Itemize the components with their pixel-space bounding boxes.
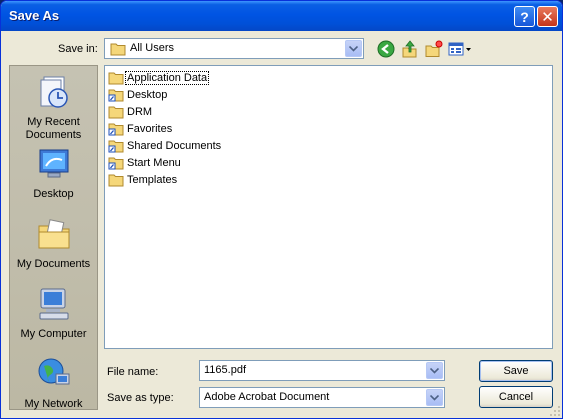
list-item[interactable]: Desktop — [108, 87, 168, 103]
folder-shortcut-icon — [108, 140, 124, 153]
size-grip-icon[interactable] — [549, 405, 561, 417]
recent-documents-icon — [40, 76, 68, 108]
list-item[interactable]: Start Menu — [108, 155, 182, 171]
save-as-type-dropdown[interactable]: Adobe Acrobat Document — [199, 387, 445, 408]
title-bar[interactable]: Save As ? ✕ — [1, 1, 562, 31]
list-item[interactable]: Favorites — [108, 121, 173, 137]
folder-shortcut-icon — [108, 157, 124, 170]
desktop-icon — [39, 149, 68, 178]
close-button[interactable]: ✕ — [537, 6, 558, 27]
my-documents-icon — [38, 219, 69, 249]
views-menu-icon — [448, 42, 471, 56]
places-bar: My Recent Documents Desktop My Documents — [9, 65, 98, 410]
save-as-type-value: Adobe Acrobat Document — [204, 391, 330, 403]
help-icon: ? — [520, 8, 529, 25]
folder-icon — [108, 72, 124, 85]
place-label: Documents — [25, 129, 82, 141]
save-button-label: Save — [503, 365, 529, 377]
save-in-value: All Users — [130, 42, 175, 54]
views-menu-button[interactable] — [448, 39, 474, 59]
folder-icon — [108, 106, 124, 119]
list-item[interactable]: Templates — [108, 172, 178, 188]
file-name: Templates — [127, 174, 178, 186]
chevron-down-icon[interactable] — [426, 389, 443, 406]
list-item[interactable]: Shared Documents — [108, 138, 222, 154]
close-icon: ✕ — [541, 8, 554, 26]
save-button[interactable]: Save — [479, 360, 553, 382]
file-name: Application Data — [124, 71, 210, 85]
chevron-down-icon[interactable] — [345, 40, 362, 57]
file-name: DRM — [127, 106, 153, 118]
place-my-network[interactable]: My Network — [10, 356, 97, 411]
file-list[interactable]: Application Data Desktop DRM Favorites S… — [104, 65, 553, 349]
place-label: My Recent — [27, 116, 80, 128]
cancel-button-label: Cancel — [498, 391, 534, 403]
help-button[interactable]: ? — [514, 6, 535, 27]
file-name-value: 1165.pdf — [204, 364, 247, 376]
file-name: Desktop — [127, 89, 168, 101]
place-my-recent-documents[interactable]: My Recent Documents — [10, 74, 97, 142]
place-label: My Documents — [16, 258, 91, 270]
folder-icon — [110, 43, 126, 56]
cancel-button[interactable]: Cancel — [479, 386, 553, 408]
place-label: Desktop — [33, 188, 74, 200]
place-desktop[interactable]: Desktop — [10, 146, 97, 201]
save-in-label: Save in: — [58, 43, 98, 55]
back-icon — [377, 40, 395, 58]
list-item[interactable]: DRM — [108, 104, 153, 120]
file-name: Favorites — [127, 123, 173, 135]
save-as-dialog: Save As ? ✕ Save in: All Users My Recent… — [0, 0, 563, 419]
folder-icon — [108, 174, 124, 187]
up-folder-icon — [402, 40, 417, 58]
place-my-computer[interactable]: My Computer — [10, 286, 97, 341]
new-folder-button[interactable] — [424, 39, 444, 59]
chevron-down-icon[interactable] — [426, 362, 443, 379]
place-label: My Network — [24, 398, 83, 410]
window-title: Save As — [9, 8, 60, 23]
my-network-icon — [38, 358, 69, 385]
save-in-dropdown[interactable]: All Users — [104, 38, 364, 59]
place-label: My Computer — [20, 328, 87, 340]
up-one-level-button[interactable] — [400, 39, 420, 59]
folder-shortcut-icon — [108, 89, 124, 102]
file-name: Start Menu — [127, 157, 181, 169]
save-as-type-label: Save as type: — [107, 392, 174, 404]
my-computer-icon — [39, 288, 68, 320]
file-name-label: File name: — [107, 366, 159, 378]
place-my-documents[interactable]: My Documents — [10, 216, 97, 271]
back-button[interactable] — [376, 39, 396, 59]
folder-shortcut-icon — [108, 123, 124, 136]
file-name-input[interactable]: 1165.pdf — [199, 360, 445, 381]
new-folder-icon — [425, 40, 443, 57]
list-item[interactable]: Application Data — [108, 70, 210, 86]
file-name: Shared Documents — [127, 140, 222, 152]
